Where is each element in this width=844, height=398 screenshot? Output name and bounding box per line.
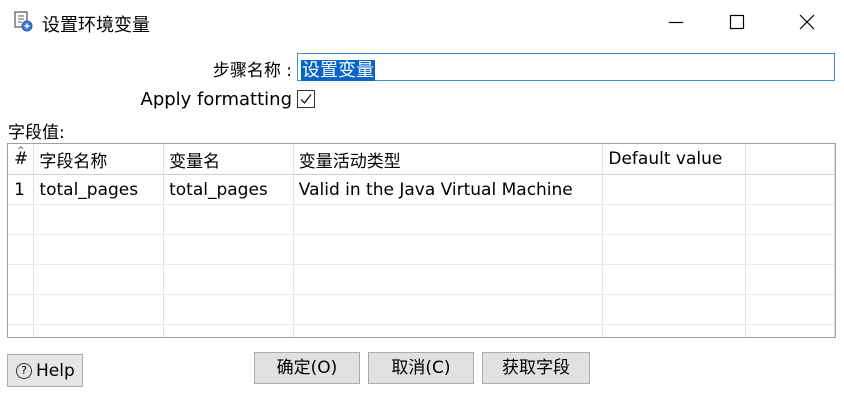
step-name-label: 步骤名称 : — [212, 61, 292, 81]
empty-cell[interactable] — [8, 204, 35, 235]
empty-cell[interactable] — [33, 264, 165, 295]
minimize-button[interactable] — [646, 0, 706, 44]
sort-indicator-icon: ^ — [17, 146, 25, 156]
fields-table: ^ # 字段名称 变量名 变量活动类型 Default value 1 tota… — [7, 143, 836, 338]
step-name-value: 设置变量 — [301, 60, 375, 81]
empty-cell — [745, 264, 835, 295]
maximize-icon — [729, 14, 745, 30]
empty-cell[interactable] — [8, 264, 35, 295]
table-header-row: # 字段名称 变量名 变量活动类型 Default value — [8, 144, 835, 175]
table-row: 1 total_pages total_pages Valid in the J… — [8, 174, 835, 205]
empty-cell — [745, 204, 835, 235]
minimize-icon — [669, 21, 683, 24]
empty-cell[interactable] — [8, 324, 35, 337]
empty-cell — [745, 234, 835, 265]
empty-cell[interactable] — [33, 204, 165, 235]
empty-cell[interactable] — [8, 234, 35, 265]
window-title: 设置环境变量 — [42, 15, 150, 36]
ok-button[interactable]: 确定(O) — [254, 352, 360, 384]
empty-cell[interactable] — [602, 324, 747, 337]
column-header-default-value[interactable]: Default value — [602, 144, 747, 175]
table-row-empty — [8, 294, 835, 325]
empty-cell[interactable] — [33, 234, 165, 265]
step-name-input[interactable]: 设置变量 — [297, 53, 835, 81]
empty-cell[interactable] — [163, 324, 294, 337]
empty-cell[interactable] — [163, 264, 294, 295]
column-header-filler — [745, 144, 835, 175]
empty-cell[interactable] — [293, 264, 604, 295]
cell-filler — [745, 174, 835, 205]
empty-cell[interactable] — [602, 234, 747, 265]
maximize-button[interactable] — [707, 0, 767, 44]
column-header-variable-scope[interactable]: 变量活动类型 — [293, 144, 604, 175]
apply-formatting-checkbox[interactable] — [297, 90, 315, 108]
empty-cell[interactable] — [293, 294, 604, 325]
kettle-step-icon — [12, 11, 34, 33]
get-fields-button[interactable]: 获取字段 — [482, 352, 590, 384]
empty-cell — [745, 294, 835, 325]
empty-cell[interactable] — [602, 264, 747, 295]
close-icon — [799, 14, 815, 30]
empty-cell[interactable] — [293, 204, 604, 235]
empty-cell[interactable] — [33, 324, 165, 337]
help-button[interactable]: ? Help — [7, 354, 83, 387]
empty-cell — [745, 324, 835, 337]
help-label: Help — [36, 361, 75, 381]
table-row-empty — [8, 324, 835, 337]
cell-field-name[interactable]: total_pages — [33, 174, 165, 205]
empty-cell[interactable] — [163, 294, 294, 325]
cell-index[interactable]: 1 — [8, 174, 35, 205]
empty-cell[interactable] — [163, 204, 294, 235]
cell-variable-name[interactable]: total_pages — [163, 174, 294, 205]
empty-cell[interactable] — [163, 234, 294, 265]
column-header-field-name[interactable]: 字段名称 — [33, 144, 165, 175]
empty-cell[interactable] — [33, 294, 165, 325]
table-row-empty — [8, 234, 835, 265]
cell-variable-scope[interactable]: Valid in the Java Virtual Machine — [293, 174, 604, 205]
help-icon: ? — [16, 363, 32, 379]
empty-cell[interactable] — [602, 294, 747, 325]
table-row-empty — [8, 264, 835, 295]
empty-cell[interactable] — [602, 204, 747, 235]
empty-cell[interactable] — [293, 234, 604, 265]
fields-label: 字段值: — [8, 123, 65, 143]
table-row-empty — [8, 204, 835, 235]
apply-formatting-label: Apply formatting — [140, 89, 293, 110]
title-bar: 设置环境变量 — [0, 0, 844, 44]
column-header-variable-name[interactable]: 变量名 — [163, 144, 294, 175]
close-button[interactable] — [777, 0, 837, 44]
empty-cell[interactable] — [8, 294, 35, 325]
cell-default-value[interactable] — [602, 174, 747, 205]
set-variables-dialog: 设置环境变量 步骤名称 : 设置变量 Apply formatting 字段值:… — [0, 0, 844, 398]
checkmark-icon — [300, 94, 312, 105]
empty-cell[interactable] — [293, 324, 604, 337]
cancel-button[interactable]: 取消(C) — [368, 352, 474, 384]
